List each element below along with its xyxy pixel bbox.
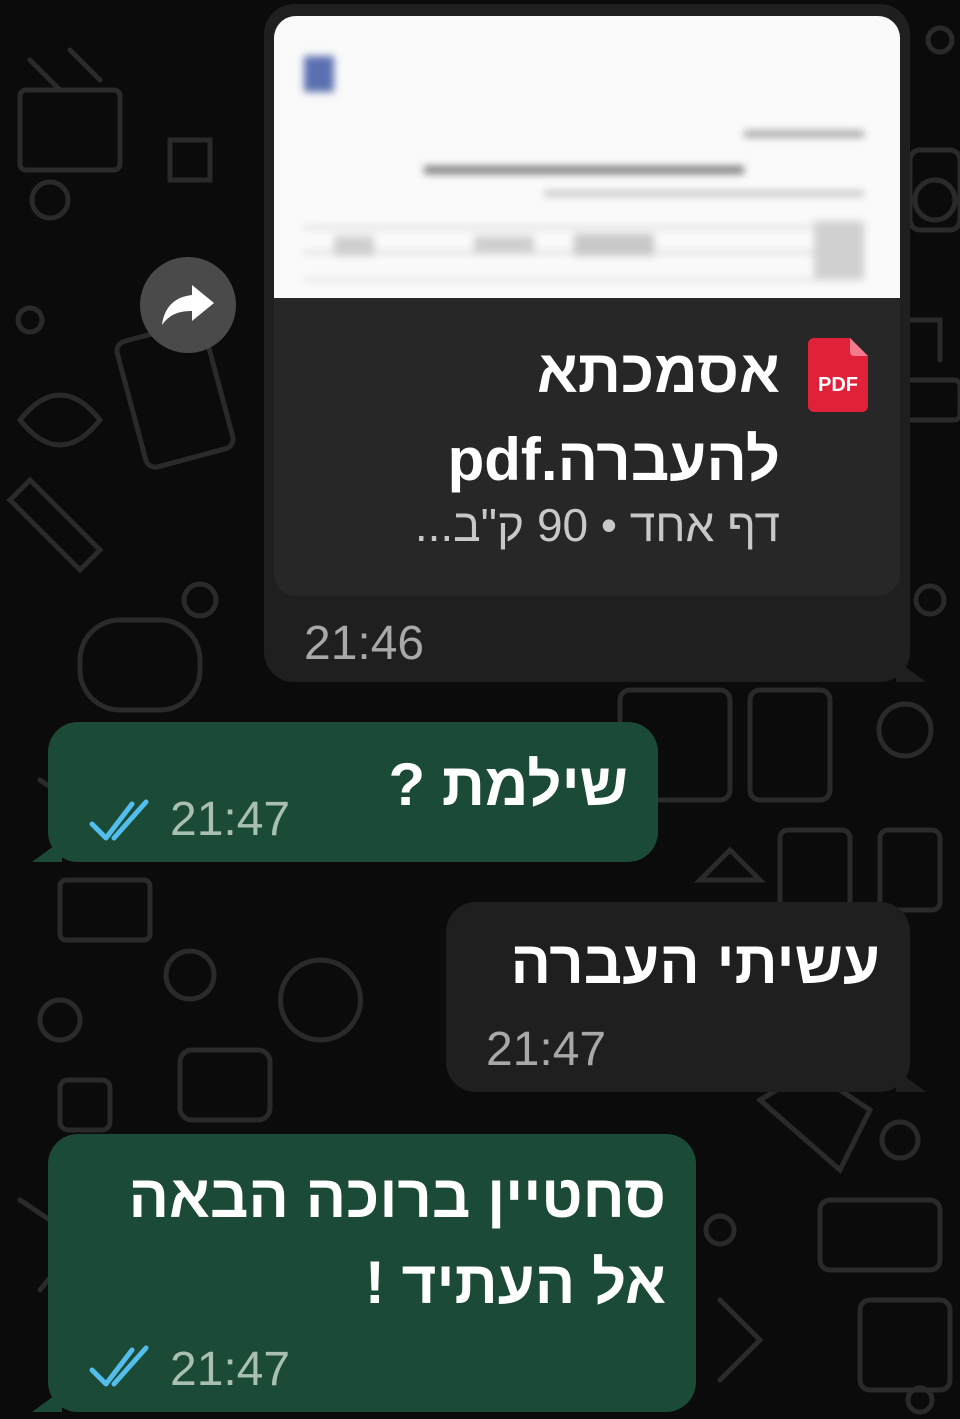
outgoing-text-message[interactable]: סחטיין ברוכה הבאה אל העתיד ! 21:47: [32, 1134, 696, 1412]
incoming-text-message[interactable]: עשיתי העברה 21:47: [446, 902, 926, 1092]
document-info-card[interactable]: PDF אסמכתא להעברה.pdf דף אחד • 90 ק"ב...: [274, 298, 900, 596]
forward-arrow-icon: [162, 285, 214, 325]
message-time: 21:47: [486, 1023, 607, 1076]
read-double-check-icon: [89, 1345, 149, 1387]
message-time: 21:47: [170, 1343, 291, 1396]
message-text: עשיתי העברה: [510, 929, 880, 996]
document-meta: דף אחד • 90 ק"ב...: [414, 499, 780, 551]
document-file-name: אסמכתא להעברה.pdf: [447, 338, 780, 493]
blurred-document-preview: [304, 56, 864, 281]
outgoing-text-message[interactable]: שילמת ? 21:47: [32, 722, 658, 862]
incoming-document-message[interactable]: PDF אסמכתא להעברה.pdf דף אחד • 90 ק"ב...…: [264, 4, 926, 682]
message-time: 21:47: [170, 793, 291, 846]
message-time: 21:46: [304, 617, 425, 670]
forward-button[interactable]: [140, 257, 236, 353]
read-double-check-icon: [89, 799, 149, 841]
pdf-file-icon: PDF: [808, 338, 868, 412]
message-text: סחטיין ברוכה הבאה אל העתיד !: [128, 1163, 666, 1316]
document-preview-thumbnail[interactable]: [274, 16, 900, 298]
svg-text:PDF: PDF: [818, 374, 858, 396]
